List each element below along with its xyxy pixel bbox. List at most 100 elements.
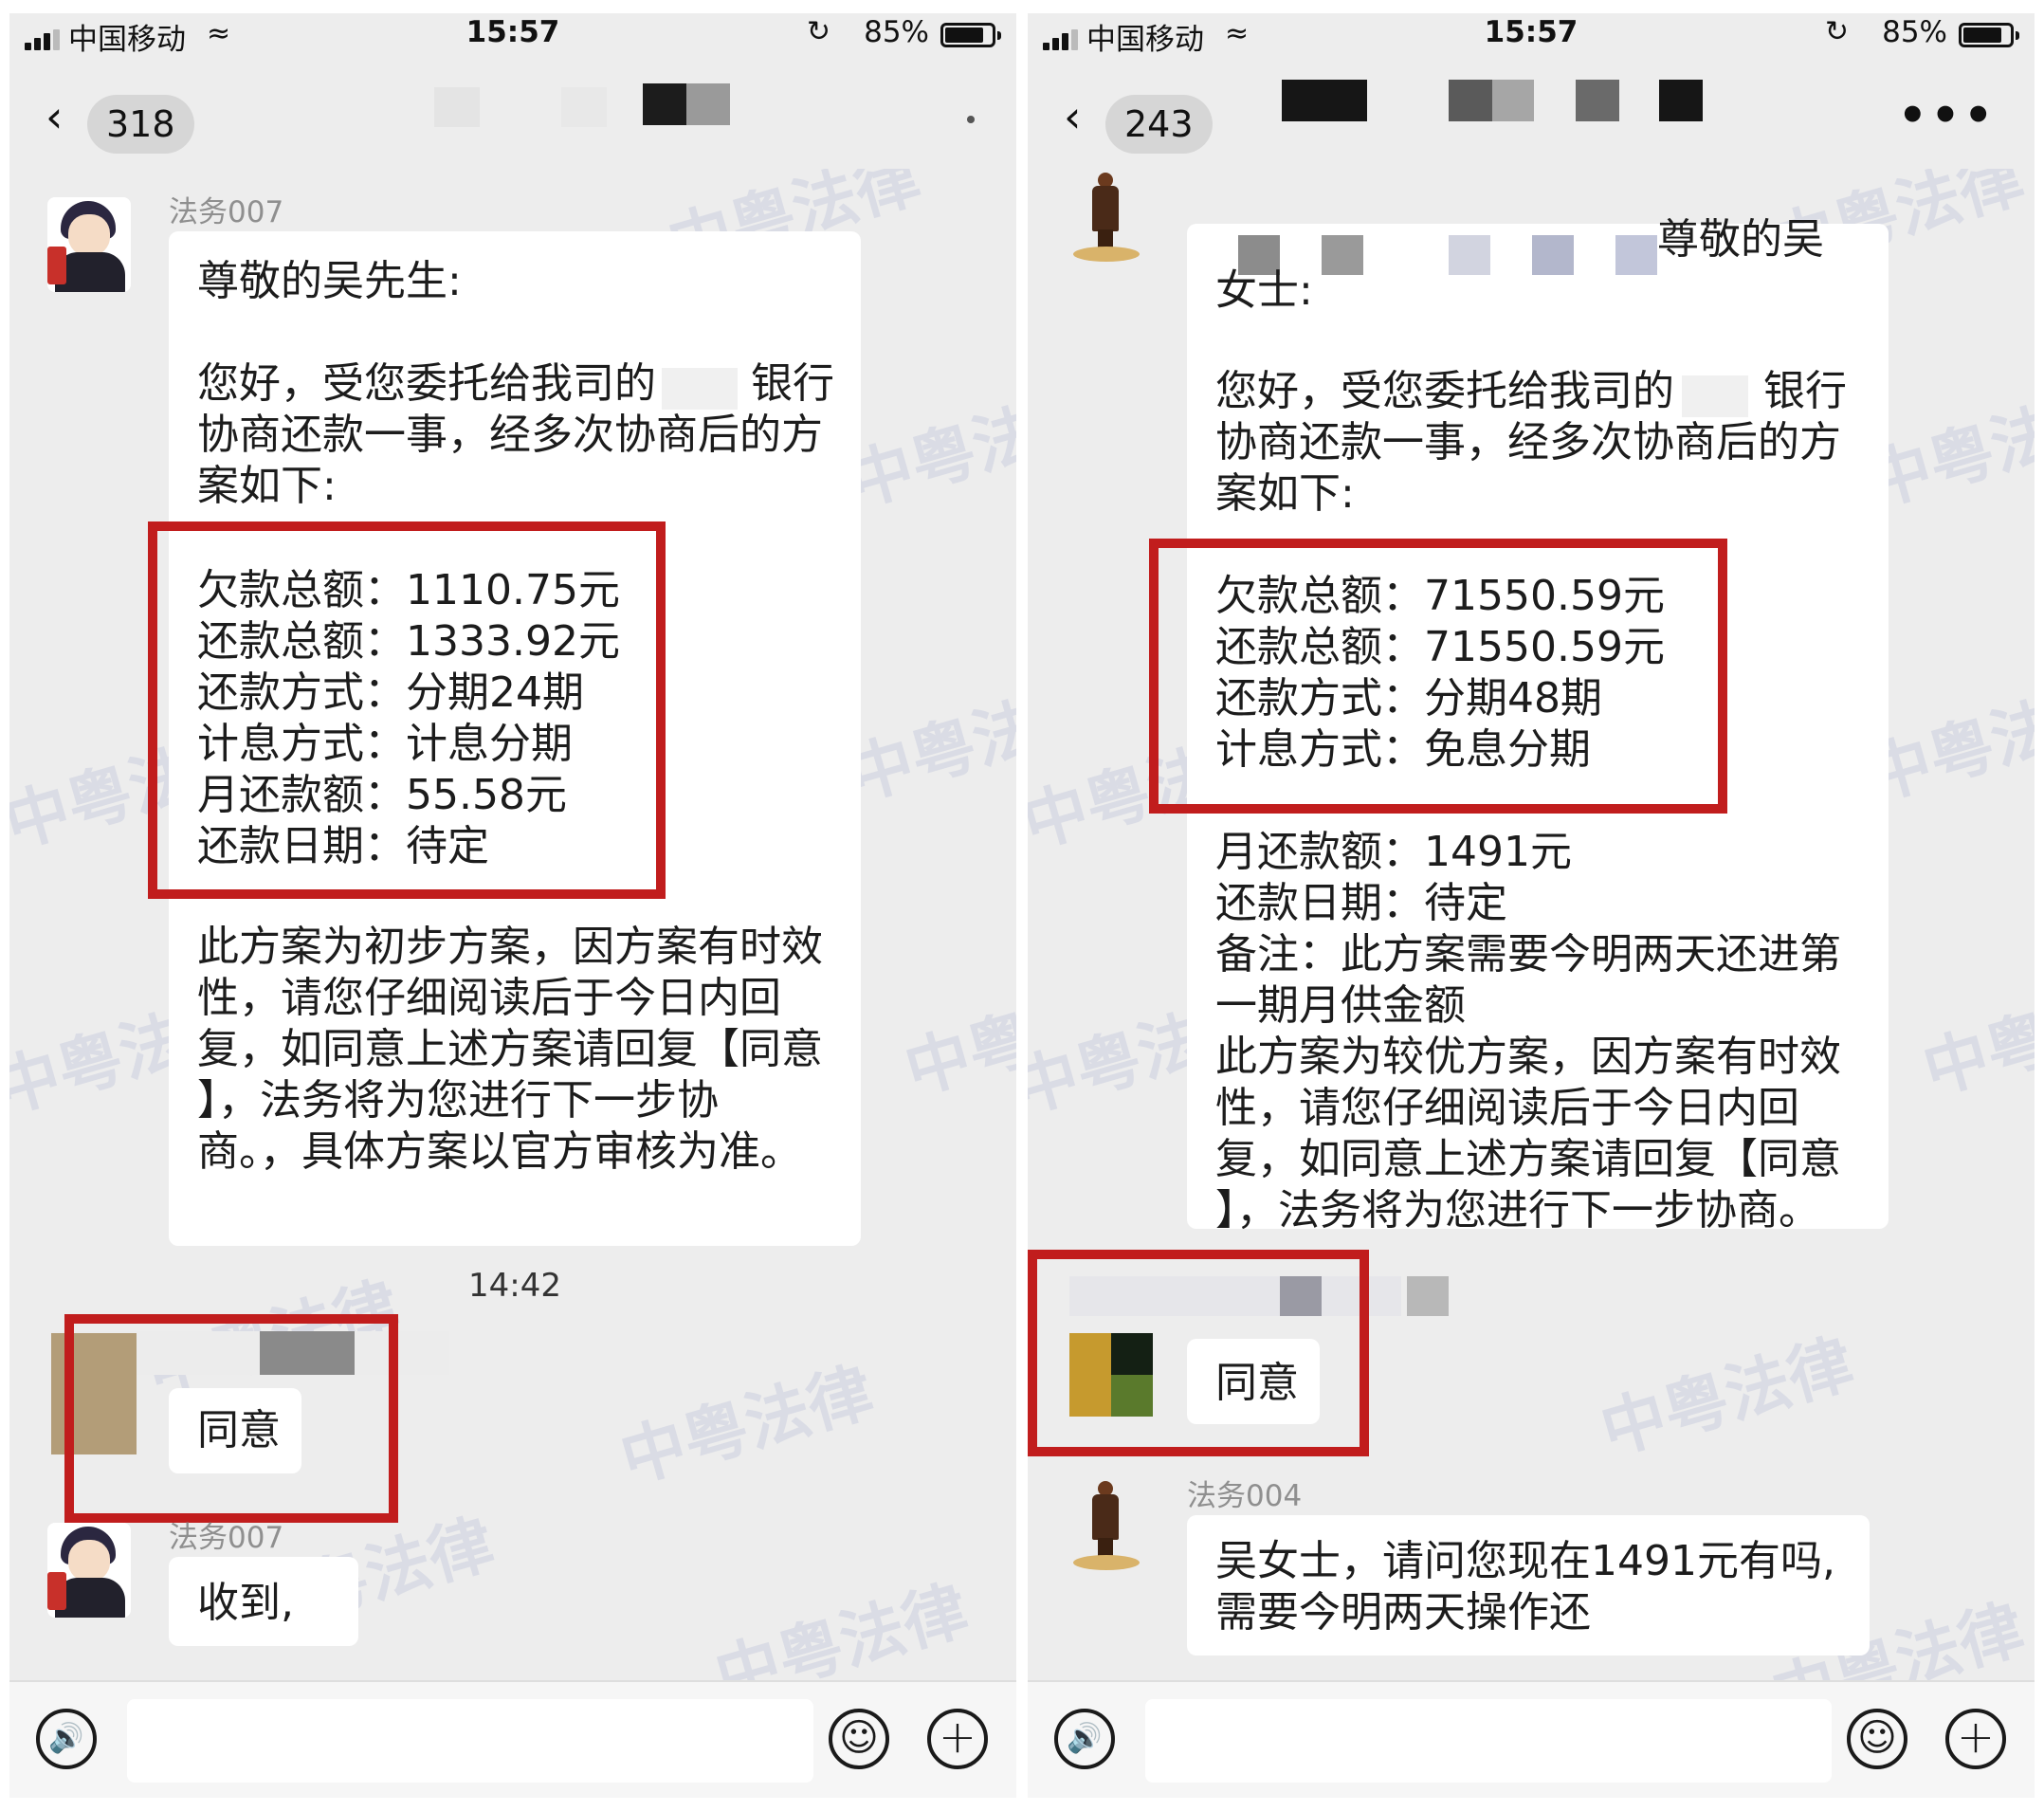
message-line: 复，如同意上述方案请回复【同意	[1215, 1135, 1841, 1183]
redacted-title	[1282, 80, 1367, 121]
unread-count-badge[interactable]: 318	[87, 95, 194, 154]
message-line: 此方案为较优方案，因方案有时效	[1215, 1033, 1841, 1081]
battery-percent: 85%	[864, 15, 929, 49]
battery-icon	[1959, 23, 2019, 47]
message-line: 银行	[1763, 367, 1847, 415]
watermark: 中粤法律	[612, 1353, 882, 1498]
unread-count-badge[interactable]: 243	[1105, 95, 1213, 154]
emoji-icon[interactable]: ☺	[1847, 1709, 1907, 1769]
plan-item: 欠款总额：1110.75元	[197, 566, 620, 614]
back-chevron-icon[interactable]: ‹	[1064, 95, 1081, 138]
plan-item: 欠款总额：71550.59元	[1215, 572, 1665, 620]
battery-level	[1963, 27, 2002, 43]
message-greeting: 女士:	[1215, 266, 1313, 315]
message-line: 复，如同意上述方案请回复【同意	[197, 1025, 823, 1073]
message-line: 案如下:	[197, 462, 337, 510]
message-greeting: 尊敬的吴先生:	[197, 257, 462, 305]
message-line: 需要今明两天操作还	[1215, 1588, 1591, 1637]
watermark: 中粤法律	[1915, 964, 2035, 1109]
lawyer-avatar[interactable]	[47, 1523, 131, 1618]
redacted-title	[561, 87, 607, 127]
watermark: 中粤法律	[840, 670, 1016, 815]
input-bar: 🔊 ☺ +	[9, 1680, 1016, 1798]
lawyer-avatar[interactable]	[47, 197, 131, 292]
rotation-lock-icon: ↻	[1824, 15, 1849, 48]
message-line: 性，请您仔细阅读后于今日内回	[1215, 1084, 1799, 1132]
more-icon[interactable]	[967, 116, 975, 123]
plan-item: 月还款额：55.58元	[197, 771, 567, 819]
plan-item: 还款日期：待定	[197, 822, 489, 870]
chat-area: 中粤法律 中粤法律 中粤法律 中粤法律 中粤法律 中粤法律 中粤法律 中粤法律 …	[9, 169, 1016, 1680]
message-line: 案如下:	[1215, 469, 1355, 518]
message-line: 月还款额：1491元	[1215, 828, 1572, 876]
message-line: 一期月供金额	[1215, 981, 1466, 1030]
redacted-sender	[1407, 1276, 1449, 1316]
plus-icon[interactable]: +	[1945, 1709, 2006, 1769]
message-line: 】，法务将为您进行下一步协商。	[1215, 1186, 1820, 1235]
message-line: 银行	[751, 359, 834, 408]
highlight-box	[1028, 1250, 1369, 1456]
message-input[interactable]	[1145, 1699, 1832, 1783]
watermark: 中粤法律	[707, 1571, 976, 1680]
highlight-box	[64, 1314, 398, 1523]
nav-bar: ‹ 318	[9, 68, 1016, 169]
sender-name: 法务004	[1187, 1479, 1303, 1513]
rotation-lock-icon: ↻	[806, 15, 830, 48]
message-line: 还款日期：待定	[1215, 879, 1507, 927]
watermark: 中粤法律	[897, 964, 1016, 1109]
status-bar: 中国移动 ≈ 15:57 ↻ 85%	[9, 13, 1016, 57]
message-greeting: 尊敬的吴	[1657, 215, 1824, 264]
back-chevron-icon[interactable]: ‹	[46, 95, 63, 138]
redacted-title	[1449, 80, 1492, 121]
watermark: 中粤法律	[840, 376, 1016, 521]
redacted-bank-name	[1682, 375, 1748, 417]
redacted-title	[1576, 80, 1619, 121]
message-line: 此方案为初步方案，因方案有时效	[197, 923, 823, 971]
plan-item: 还款总额：1333.92元	[197, 617, 620, 666]
message-line: 备注：此方案需要今明两天还进第	[1215, 930, 1841, 979]
sender-name: 法务007	[169, 1521, 284, 1555]
redacted-name	[1449, 235, 1490, 275]
message-line: 】，法务将为您进行下一步协	[197, 1076, 719, 1125]
lawyer-avatar[interactable]	[1064, 1481, 1149, 1572]
message-line: 性，请您仔细阅读后于今日内回	[197, 974, 781, 1022]
redacted-title	[1492, 80, 1534, 121]
redacted-name	[1615, 235, 1657, 275]
redacted-title	[1659, 80, 1703, 121]
plan-item: 计息方式：计息分期	[197, 720, 573, 768]
message-timestamp: 14:42	[468, 1267, 561, 1305]
redacted-title	[686, 83, 730, 125]
sender-name: 法务007	[169, 195, 284, 229]
redacted-title	[434, 87, 480, 127]
message-line: 协商还款一事，经多次协商后的方	[197, 411, 823, 459]
more-icon[interactable]: •••	[1898, 89, 1997, 142]
message-line: 您好，受您委托给我司的	[197, 359, 656, 408]
battery-level	[945, 27, 984, 43]
redacted-title	[643, 83, 686, 125]
message-line: 商。，具体方案以官方审核为准。	[197, 1127, 802, 1176]
right-chat-screen: 中国移动 ≈ 15:57 ↻ 85% ‹ 243 ••• 中粤法律 中粤法律 中…	[1028, 13, 2035, 1798]
message-line: 您好，受您委托给我司的	[1215, 367, 1674, 415]
redacted-name	[1532, 235, 1574, 275]
voice-icon[interactable]: 🔊	[36, 1709, 97, 1769]
message-line: 吴女士，请问您现在1491元有吗,	[1215, 1537, 1835, 1585]
redacted-bank-name	[662, 368, 738, 410]
plan-item: 计息方式：免息分期	[1215, 725, 1591, 774]
watermark: 中粤法律	[1593, 1325, 1862, 1470]
chat-area: 中粤法律 中粤法律 中粤法律 中粤法律 中粤法律 中粤法律 中粤法律 中粤法律 …	[1028, 169, 2035, 1680]
plus-icon[interactable]: +	[927, 1709, 988, 1769]
message-input[interactable]	[127, 1699, 813, 1783]
nav-bar: ‹ 243 •••	[1028, 68, 2035, 169]
input-bar: 🔊 ☺ +	[1028, 1680, 2035, 1798]
battery-icon	[940, 23, 1001, 47]
status-bar: 中国移动 ≈ 15:57 ↻ 85%	[1028, 13, 2035, 57]
redacted-name	[1322, 235, 1363, 275]
voice-icon[interactable]: 🔊	[1054, 1709, 1115, 1769]
lawyer-avatar[interactable]	[1064, 173, 1149, 264]
message-line: 协商还款一事，经多次协商后的方	[1215, 418, 1841, 466]
left-chat-screen: 中国移动 ≈ 15:57 ↻ 85% ‹ 318 中粤法律 中粤法律 中粤法律 …	[9, 13, 1016, 1798]
emoji-icon[interactable]: ☺	[829, 1709, 889, 1769]
battery-percent: 85%	[1882, 15, 1947, 49]
plan-item: 还款方式：分期48期	[1215, 674, 1602, 723]
plan-item: 还款总额：71550.59元	[1215, 623, 1665, 671]
